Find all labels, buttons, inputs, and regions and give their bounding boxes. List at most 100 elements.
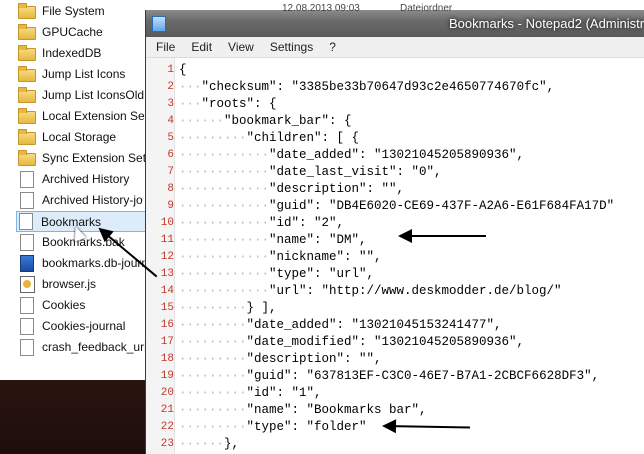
indent-whitespace: ············	[179, 233, 270, 247]
code-text: ·········"children": [ {	[179, 130, 359, 147]
code-line: 3 ···"roots": {	[146, 96, 644, 113]
code-content: "description": "",	[246, 352, 382, 366]
document-icon	[20, 338, 34, 356]
line-number: 11	[160, 234, 174, 246]
document-icon	[20, 170, 34, 188]
line-number: 10	[160, 217, 174, 229]
menu-file[interactable]: File	[146, 37, 183, 57]
file-item-label: Archived History	[42, 172, 130, 186]
code-line: 13 ············"type": "url",	[146, 266, 644, 283]
line-number: 8	[167, 183, 174, 195]
file-item-label: crash_feedback_url.t	[42, 340, 154, 354]
code-content: } ],	[246, 301, 277, 315]
file-item-label: Bookmarks	[41, 214, 102, 229]
code-text: ······"bookmark_bar": {	[179, 113, 352, 130]
line-number: 5	[167, 132, 174, 144]
line-number: 13	[160, 268, 174, 280]
indent-whitespace: ············	[179, 165, 270, 179]
file-item-label: Cookies-journal	[42, 319, 126, 333]
line-number: 19	[160, 370, 174, 382]
indent-whitespace: ······	[179, 437, 225, 451]
line-number: 15	[160, 302, 174, 314]
code-text: ·········"id": "1",	[179, 385, 322, 402]
code-line: 1{	[146, 62, 644, 79]
code-content: "name": "Bookmarks bar",	[246, 403, 427, 417]
file-item-label: Jump List IconsOld	[42, 88, 145, 102]
file-item-label: File System	[42, 4, 105, 18]
indent-whitespace: ·········	[179, 403, 247, 417]
menu-settings[interactable]: Settings	[262, 37, 321, 57]
indent-whitespace: ·········	[179, 318, 247, 332]
code-content: "date_added": "13021045153241477",	[246, 318, 502, 332]
database-icon	[20, 254, 34, 272]
file-item-label: browser.js	[42, 277, 97, 291]
indent-whitespace: ······	[179, 114, 225, 128]
code-line: 5 ·········"children": [ {	[146, 130, 644, 147]
desktop-background	[0, 380, 160, 454]
line-number: 22	[160, 421, 174, 433]
indent-whitespace: ·········	[179, 386, 247, 400]
title-bar[interactable]: 12.08.2013 09:03 Dateiordner Bookmarks -…	[146, 3, 644, 37]
line-number: 20	[160, 387, 174, 399]
code-line: 4 ······"bookmark_bar": {	[146, 113, 644, 130]
indent-whitespace: ···	[179, 80, 202, 94]
indent-whitespace: ············	[179, 250, 270, 264]
code-line: 19 ·········"guid": "637813EF-C3C0-46E7-B…	[146, 368, 644, 385]
code-text: ············"type": "url",	[179, 266, 374, 283]
code-line: 21 ·········"name": "Bookmarks bar",	[146, 402, 644, 419]
code-line: 7 ············"date_last_visit": "0",	[146, 164, 644, 181]
menu-view[interactable]: View	[220, 37, 262, 57]
file-item-label: Sync Extension Settin	[42, 151, 159, 165]
indent-whitespace: ·········	[179, 369, 247, 383]
indent-whitespace: ···	[179, 97, 202, 111]
code-text: ············"description": "",	[179, 181, 404, 198]
line-number: 6	[167, 149, 174, 161]
file-item-label: Cookies	[42, 298, 86, 312]
document-icon	[20, 233, 34, 251]
line-number: 16	[160, 319, 174, 331]
code-text: {	[179, 62, 187, 79]
file-item-label: Local Storage	[42, 130, 117, 144]
menu-edit[interactable]: Edit	[183, 37, 220, 57]
window-title: Bookmarks - Notepad2 (Administr	[449, 16, 644, 31]
code-text: ············"url": "http://www.deskmodde…	[179, 283, 562, 300]
code-line: 8 ············"description": "",	[146, 181, 644, 198]
code-content: "name": "DM",	[269, 233, 367, 247]
code-content: "date_modified": "13021045205890936",	[246, 335, 525, 349]
code-line: 14 ············"url": "http://www.deskmod…	[146, 283, 644, 300]
indent-whitespace: ············	[179, 199, 270, 213]
code-text: ·········} ],	[179, 300, 277, 317]
code-content: "url": "http://www.deskmodder.de/blog/"	[269, 284, 562, 298]
code-line: 15 ·········} ],	[146, 300, 644, 317]
code-line: 9 ············"guid": "DB4E6020-CE69-437F…	[146, 198, 644, 215]
code-content: "bookmark_bar": {	[224, 114, 352, 128]
folder-icon	[18, 149, 36, 166]
indent-whitespace: ············	[179, 216, 270, 230]
code-line: 23 ······},	[146, 436, 644, 453]
indent-whitespace: ············	[179, 182, 270, 196]
indent-whitespace: ············	[179, 148, 270, 162]
folder-icon	[18, 107, 36, 124]
code-text: ·········"guid": "637813EF-C3C0-46E7-B7A…	[179, 368, 599, 385]
folder-icon	[18, 44, 36, 61]
code-text: ·········"date_modified": "1302104520589…	[179, 334, 524, 351]
code-content: "nickname": "",	[269, 250, 382, 264]
code-content: },	[224, 437, 240, 451]
code-text: ············"date_added": "1302104520589…	[179, 147, 524, 164]
script-icon	[20, 275, 35, 293]
menu-help[interactable]: ?	[321, 37, 344, 57]
code-text: ············"guid": "DB4E6020-CE69-437F-…	[179, 198, 614, 215]
indent-whitespace: ············	[179, 284, 270, 298]
file-explorer-pane: File System GPUCache IndexedDB Jump List Ic…	[0, 0, 160, 380]
text-editor[interactable]: 1{2 ···"checksum": "3385be33b70647d93c2e4…	[146, 58, 644, 454]
menu-bar: File Edit View Settings ?	[146, 37, 644, 58]
code-content: "date_added": "13021045205890936",	[269, 148, 525, 162]
folder-icon	[18, 2, 36, 19]
folder-icon	[18, 65, 36, 82]
code-line: 17 ·········"date_modified": "13021045205…	[146, 334, 644, 351]
indent-whitespace: ·········	[179, 352, 247, 366]
file-item-label: IndexedDB	[42, 46, 102, 60]
indent-whitespace: ·········	[179, 131, 247, 145]
line-number: 3	[167, 98, 174, 110]
code-text: ···"checksum": "3385be33b70647d93c2e4650…	[179, 79, 554, 96]
